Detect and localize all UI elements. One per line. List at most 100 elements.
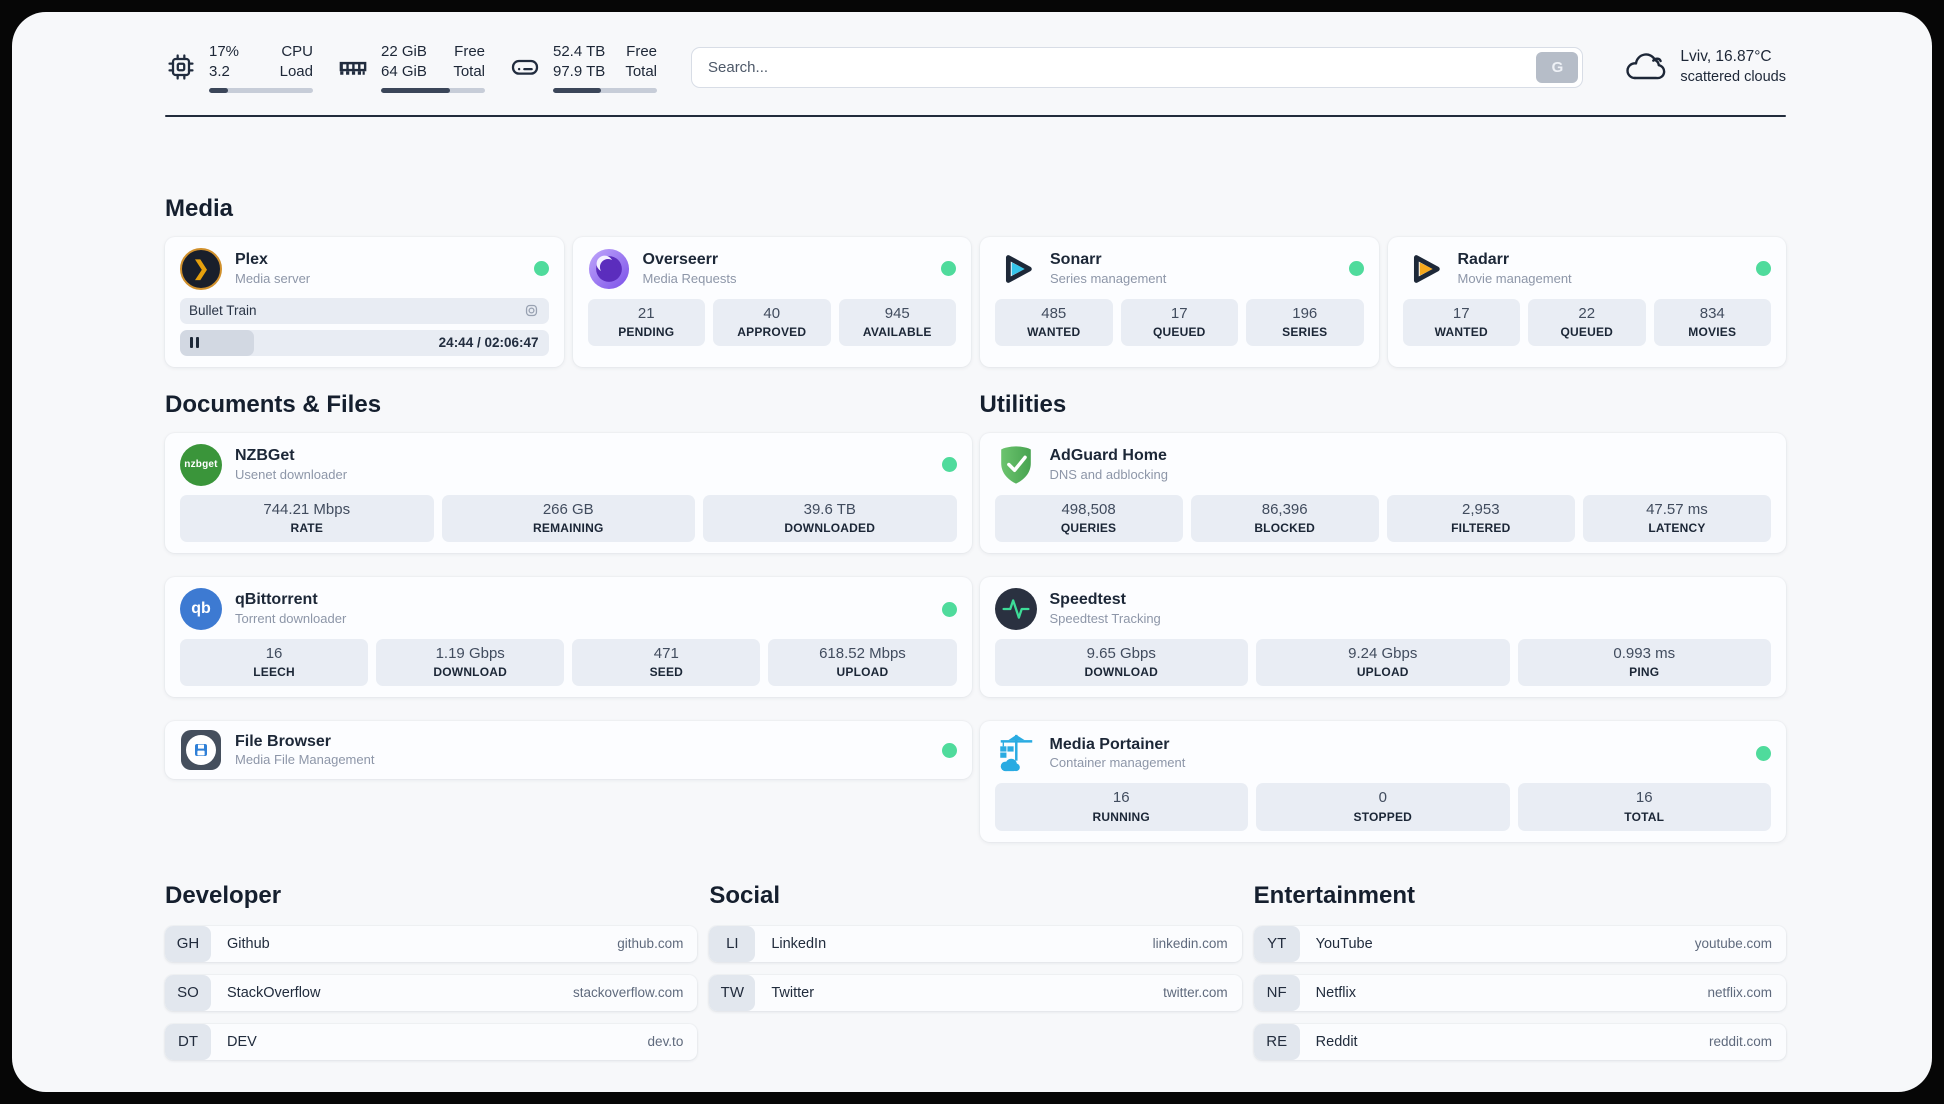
media-heading: Media [165,194,234,222]
stat-box: 0.993 ms PING [1517,639,1771,687]
link-item-github[interactable]: GH Github github.com [165,925,698,962]
app-name: Overseerr [642,250,719,268]
search-input[interactable] [691,46,1584,88]
app-subtitle: Media server [235,270,311,286]
app-subtitle: Torrent downloader [235,610,347,626]
weather-location: Lviv, 16.87°C [1680,48,1772,66]
ram-icon [337,51,369,83]
weather-widget[interactable]: Lviv, 16.87°C scattered clouds [1623,47,1786,87]
stat-box: 22 QUEUED [1528,298,1646,347]
link-item-stackoverflow[interactable]: SO StackOverflow stackoverflow.com [165,974,698,1011]
playback-progress: 24:44 / 02:06:47 [180,329,549,356]
disk-icon [509,51,541,83]
cpu-label: CPU [281,43,313,60]
nzbget-icon: nzbget [180,443,222,486]
portainer-icon [995,732,1037,774]
app-name: Speedtest [1049,591,1126,609]
app-name: Sonarr [1050,250,1102,268]
app-subtitle: Usenet downloader [235,466,348,482]
app-name: NZBGet [235,446,295,464]
status-dot [1756,745,1771,761]
radarr-icon [1403,248,1445,290]
app-subtitle: DNS and adblocking [1049,466,1169,482]
disk-free-value: 52.4 TB [553,43,606,60]
stat-box: 40 APPROVED [713,298,831,347]
link-badge: NF [1253,974,1300,1011]
documents-heading: Documents & Files [165,390,382,418]
stat-box: 471 SEED [572,639,761,687]
app-name: qBittorrent [235,591,318,609]
status-dot [1348,261,1364,277]
ram-free-value: 22 GiB [381,43,427,60]
link-item-linkedin[interactable]: LI LinkedIn linkedin.com [709,925,1242,962]
utilities-section: Utilities AdGuard Home DNS and adblockin… [979,390,1786,842]
stat-box: 9.65 Gbps DOWNLOAD [994,639,1248,687]
stat-box: 16 RUNNING [994,783,1248,831]
disk-metric: 52.4 TB 97.9 TB Free Total [509,42,657,93]
link-badge: TW [709,974,756,1011]
social-section: Social LI LinkedIn linkedin.com TW Twitt… [709,882,1242,1073]
system-metrics: 17% 3.2 CPU Load 22 GiB 64 GiB Free Tota… [165,42,657,93]
link-badge: SO [165,974,211,1011]
search-bar: G [691,46,1584,88]
status-dot [533,261,549,277]
stat-box: 17 WANTED [1402,298,1520,347]
stat-box: 0 STOPPED [1256,783,1510,831]
weather-condition: scattered clouds [1680,68,1786,85]
portainer-card[interactable]: Media Portainer Container management 16 … [979,721,1786,842]
header: 17% 3.2 CPU Load 22 GiB 64 GiB Free Tota… [165,42,1786,93]
speedtest-card[interactable]: Speedtest Speedtest Tracking 9.65 Gbps D… [979,577,1786,698]
disk-total-value: 97.9 TB [553,62,606,80]
stat-box: 16 LEECH [180,639,369,687]
qbittorrent-card[interactable]: qb qBittorrent Torrent downloader 16 LEE… [165,577,972,698]
plex-card[interactable]: Plex Media server Bullet Train [165,236,564,367]
stat-box: 744.21 Mbps RATE [180,494,434,543]
stat-box: 17 QUEUED [1120,298,1238,347]
link-badge: GH [165,925,211,962]
sonarr-icon [995,248,1037,290]
link-badge: DT [165,1023,211,1060]
stat-box: 196 SERIES [1246,298,1364,347]
app-subtitle: Media File Management [235,752,375,768]
now-playing-row: Bullet Train [180,297,549,324]
link-item-twitter[interactable]: TW Twitter twitter.com [709,974,1242,1011]
developer-section: Developer GH Github github.com SO StackO… [165,882,698,1073]
sonarr-card[interactable]: Sonarr Series management 485 WANTED 17 Q… [980,236,1379,367]
status-dot [941,457,957,473]
radarr-card[interactable]: Radarr Movie management 17 WANTED 22 QUE… [1387,236,1786,367]
status-dot [941,742,957,758]
link-badge: YT [1253,925,1300,962]
stat-box: 834 MOVIES [1653,298,1771,347]
link-item-netflix[interactable]: NF Netflix netflix.com [1253,974,1786,1011]
app-subtitle: Speedtest Tracking [1049,610,1161,626]
cpu-load-value: 3.2 [209,62,230,80]
app-name: Plex [235,250,268,268]
now-playing-icon [523,302,540,319]
status-dot [941,601,957,617]
stat-box: 945 AVAILABLE [838,298,956,347]
app-name: File Browser [235,732,332,750]
stat-box: 485 WANTED [995,298,1113,347]
app-name: AdGuard Home [1049,446,1167,464]
filebrowser-card[interactable]: File Browser Media File Management [165,721,972,780]
overseerr-card[interactable]: Overseerr Media Requests 21 PENDING 40 A… [572,236,971,367]
adguard-icon [995,444,1037,486]
utilities-heading: Utilities [979,390,1067,418]
link-badge: RE [1253,1023,1300,1060]
speedtest-icon [994,588,1037,631]
playback-time: 24:44 / 02:06:47 [438,335,539,351]
stat-box: 47.57 ms LATENCY [1582,494,1771,543]
link-item-reddit[interactable]: RE Reddit reddit.com [1253,1023,1786,1060]
adguard-card[interactable]: AdGuard Home DNS and adblocking 498,508 … [979,432,1786,554]
link-item-youtube[interactable]: YT YouTube youtube.com [1253,925,1786,962]
ram-progress-bar [381,87,485,93]
link-item-dev[interactable]: DT DEV dev.to [165,1023,698,1060]
pause-button[interactable] [190,337,199,349]
cpu-progress-bar [209,87,313,93]
nzbget-card[interactable]: nzbget NZBGet Usenet downloader 744.21 M… [165,432,972,554]
stat-box: 9.24 Gbps UPLOAD [1256,639,1510,687]
disk-progress-bar [553,87,657,93]
stat-box: 1.19 Gbps DOWNLOAD [376,639,565,687]
search-engine-button[interactable]: G [1536,51,1579,83]
stat-box: 618.52 Mbps UPLOAD [768,639,957,687]
